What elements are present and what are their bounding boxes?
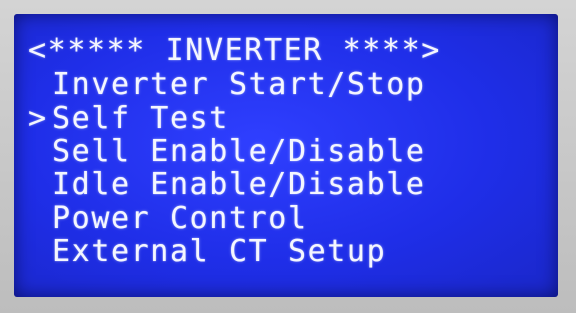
menu-item-label: Power Control <box>52 201 308 236</box>
menu-title: <***** INVERTER ****> <box>28 33 441 68</box>
menu-item-idle-enable-disable[interactable]: Idle Enable/Disable <box>28 168 558 201</box>
lcd-screen: <***** INVERTER ****> Inverter Start/Sto… <box>14 14 558 297</box>
menu-item-external-ct-setup[interactable]: External CT Setup <box>28 235 558 268</box>
menu-item-label: Idle Enable/Disable <box>52 167 426 202</box>
menu-item-label: External CT Setup <box>52 234 387 269</box>
menu-item-inverter-start-stop[interactable]: Inverter Start/Stop <box>28 68 558 101</box>
menu-item-self-test[interactable]: > Self Test <box>28 102 558 135</box>
selection-cursor-icon: > <box>28 101 48 136</box>
menu-item-label: Inverter Start/Stop <box>52 67 426 102</box>
menu-item-sell-enable-disable[interactable]: Sell Enable/Disable <box>28 135 558 168</box>
display-bezel: <***** INVERTER ****> Inverter Start/Sto… <box>0 0 576 313</box>
menu-item-label: Self Test <box>52 101 229 136</box>
menu-item-power-control[interactable]: Power Control <box>28 202 558 235</box>
menu-item-label: Sell Enable/Disable <box>52 134 426 169</box>
